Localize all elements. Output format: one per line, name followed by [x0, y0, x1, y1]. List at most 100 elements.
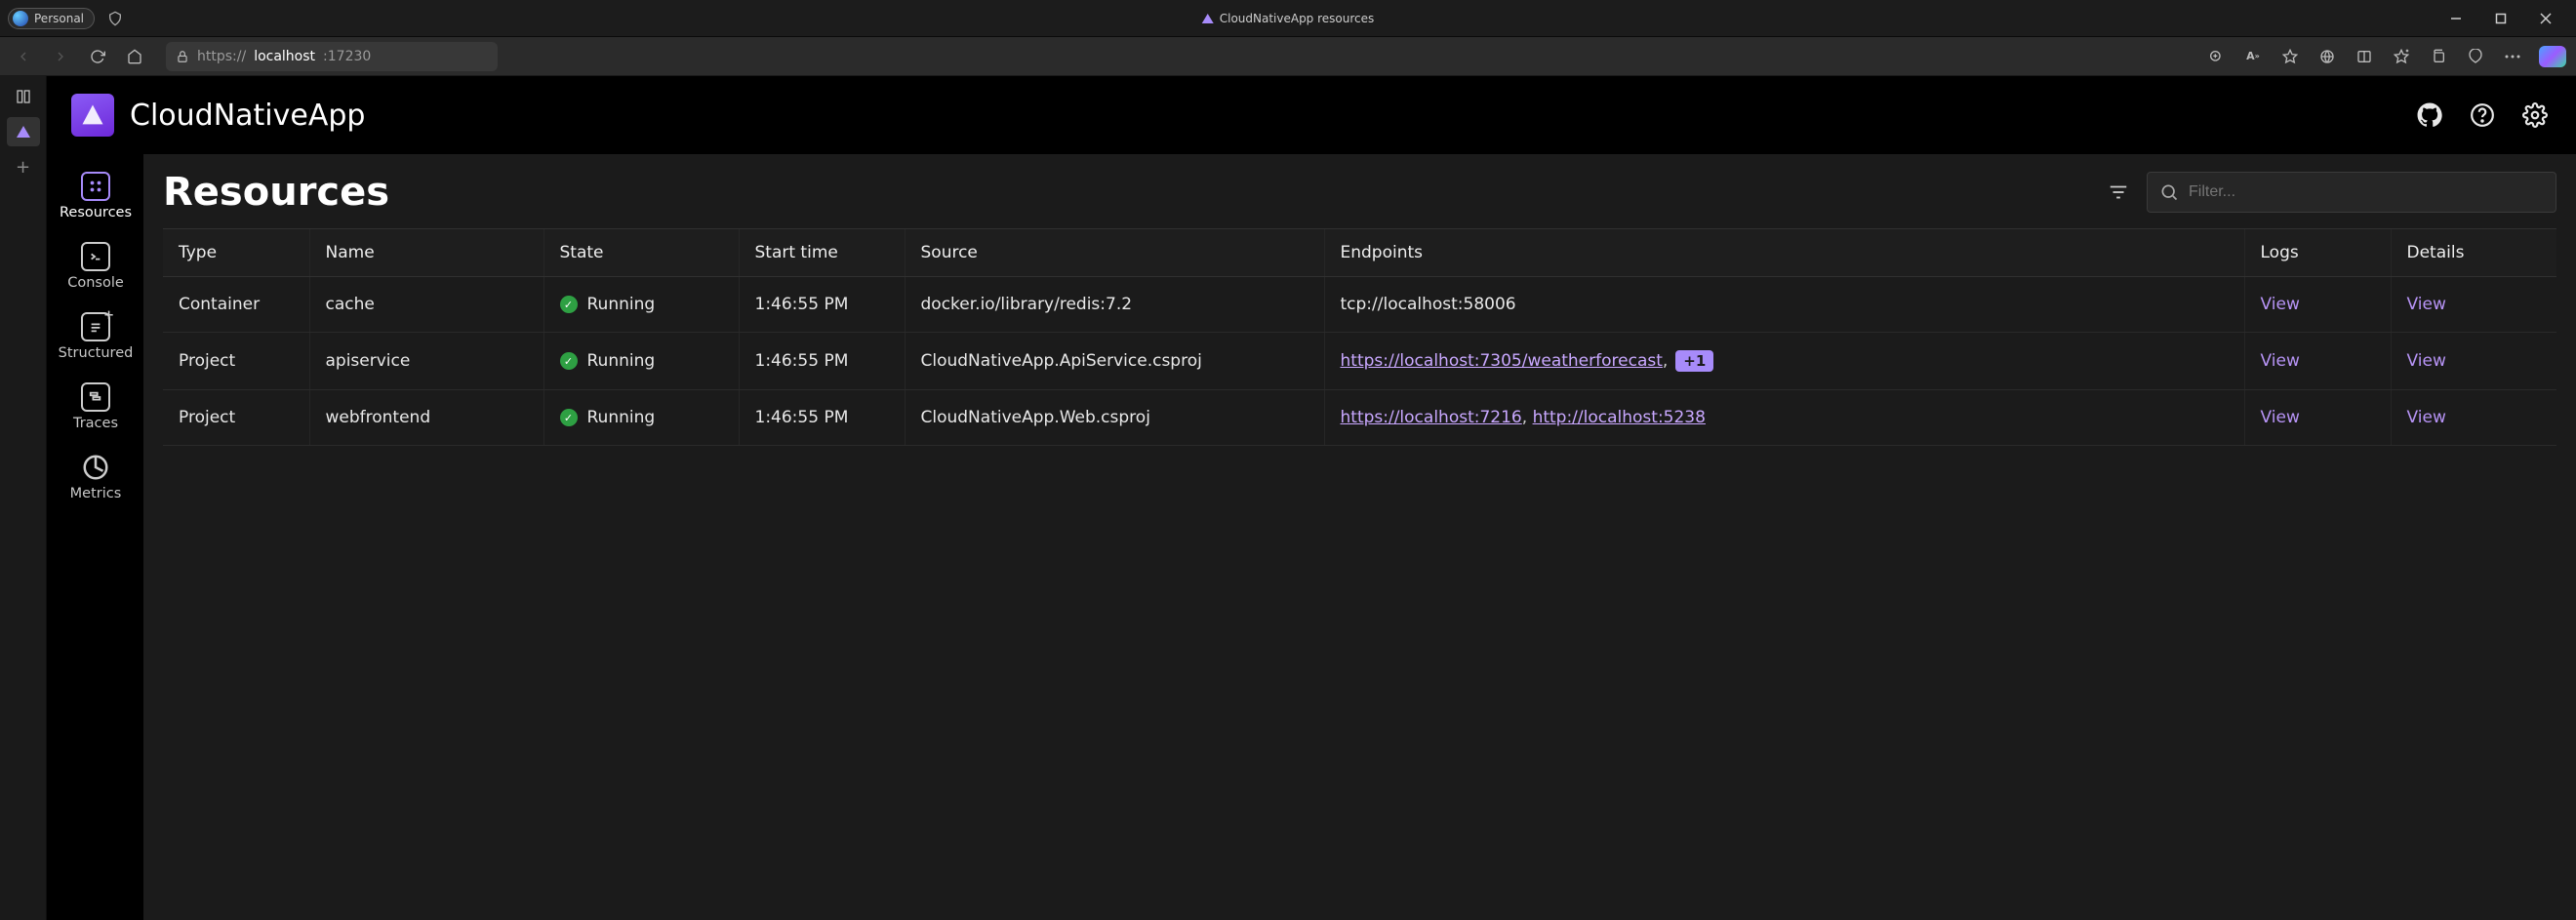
sidenav-label: Resources	[60, 205, 132, 220]
maximize-button[interactable]	[2478, 0, 2523, 37]
filter-input[interactable]	[2189, 183, 2544, 201]
app-name: CloudNativeApp	[130, 99, 365, 133]
browser-toolbar: https://localhost:17230 A»	[0, 37, 2576, 76]
cell-start-time: 1:46:55 PM	[739, 277, 905, 333]
current-tab-icon[interactable]	[7, 117, 40, 146]
table-row: Projectwebfrontend✓Running1:46:55 PMClou…	[163, 390, 2556, 446]
sidenav-structured[interactable]: + Structured	[52, 302, 140, 373]
cell-type: Project	[163, 333, 309, 390]
cell-source: CloudNativeApp.ApiService.csproj	[905, 333, 1324, 390]
close-button[interactable]	[2523, 0, 2568, 37]
lock-icon	[176, 50, 189, 63]
col-state[interactable]: State	[543, 229, 739, 277]
cell-state: ✓Running	[543, 277, 739, 333]
col-logs[interactable]: Logs	[2244, 229, 2391, 277]
endpoint-link[interactable]: http://localhost:5238	[1533, 408, 1706, 427]
home-button[interactable]	[121, 43, 148, 70]
vertical-tab-rail: +	[0, 76, 47, 920]
traces-icon	[81, 382, 110, 412]
cell-endpoints: https://localhost:7216, http://localhost…	[1324, 390, 2244, 446]
cell-state: ✓Running	[543, 333, 739, 390]
sidenav-label: Structured	[59, 345, 134, 361]
cell-logs: View	[2244, 277, 2391, 333]
forward-button[interactable]	[47, 43, 74, 70]
sidenav: Resources Console + Structured	[48, 154, 143, 920]
cell-endpoints: tcp://localhost:58006	[1324, 277, 2244, 333]
address-bar[interactable]: https://localhost:17230	[166, 42, 498, 71]
sidenav-resources[interactable]: Resources	[52, 162, 140, 232]
endpoint-link[interactable]: https://localhost:7216	[1341, 408, 1522, 427]
cell-source: docker.io/library/redis:7.2	[905, 277, 1324, 333]
structured-icon: +	[81, 312, 110, 341]
col-details[interactable]: Details	[2391, 229, 2556, 277]
endpoint-link[interactable]: https://localhost:7305/weatherforecast	[1341, 351, 1663, 371]
col-source[interactable]: Source	[905, 229, 1324, 277]
col-endpoints[interactable]: Endpoints	[1324, 229, 2244, 277]
back-button[interactable]	[10, 43, 37, 70]
metrics-icon	[81, 453, 110, 482]
zoom-icon[interactable]	[2199, 42, 2233, 71]
extensions-icon[interactable]	[2311, 42, 2344, 71]
read-aloud-icon[interactable]: A»	[2236, 42, 2270, 71]
cell-name: webfrontend	[309, 390, 543, 446]
filter-input-container[interactable]	[2147, 172, 2556, 213]
profile-badge[interactable]: Personal	[8, 8, 95, 29]
sidenav-label: Traces	[73, 416, 118, 431]
cell-state: ✓Running	[543, 390, 739, 446]
avatar	[13, 11, 28, 26]
url-port: :17230	[323, 49, 371, 64]
cell-name: apiservice	[309, 333, 543, 390]
cell-logs: View	[2244, 333, 2391, 390]
col-name[interactable]: Name	[309, 229, 543, 277]
help-button[interactable]	[2465, 98, 2500, 133]
endpoint-more-badge[interactable]: +1	[1675, 350, 1713, 372]
col-type[interactable]: Type	[163, 229, 309, 277]
sidenav-metrics[interactable]: Metrics	[52, 443, 140, 513]
status-running-icon: ✓	[560, 409, 578, 426]
refresh-button[interactable]	[84, 43, 111, 70]
more-icon[interactable]	[2496, 42, 2529, 71]
cell-source: CloudNativeApp.Web.csproj	[905, 390, 1324, 446]
tab-actions-icon[interactable]	[7, 82, 40, 111]
col-start-time[interactable]: Start time	[739, 229, 905, 277]
resources-icon	[81, 172, 110, 201]
app-favicon-icon	[1202, 14, 1214, 23]
view-details-link[interactable]: View	[2407, 295, 2446, 314]
new-tab-button[interactable]: +	[7, 152, 40, 181]
settings-button[interactable]	[2517, 98, 2553, 133]
cell-details: View	[2391, 333, 2556, 390]
console-icon	[81, 242, 110, 271]
sidenav-traces[interactable]: Traces	[52, 373, 140, 443]
workspaces-icon[interactable]	[106, 10, 124, 27]
tab-title: CloudNativeApp resources	[1202, 12, 1375, 25]
cell-start-time: 1:46:55 PM	[739, 390, 905, 446]
cell-type: Project	[163, 390, 309, 446]
split-screen-icon[interactable]	[2348, 42, 2381, 71]
cell-start-time: 1:46:55 PM	[739, 333, 905, 390]
window-titlebar: Personal CloudNativeApp resources	[0, 0, 2576, 37]
url-scheme: https://	[197, 49, 246, 64]
collections-icon[interactable]	[2422, 42, 2455, 71]
view-logs-link[interactable]: View	[2261, 408, 2300, 427]
table-row: Projectapiservice✓Running1:46:55 PMCloud…	[163, 333, 2556, 390]
search-icon	[2159, 182, 2179, 202]
view-details-link[interactable]: View	[2407, 408, 2446, 427]
favorites-bar-icon[interactable]	[2385, 42, 2418, 71]
filter-button[interactable]	[2102, 176, 2135, 209]
minimize-button[interactable]	[2434, 0, 2478, 37]
page-title: Resources	[163, 170, 389, 215]
table-row: Containercache✓Running1:46:55 PMdocker.i…	[163, 277, 2556, 333]
github-link[interactable]	[2412, 98, 2447, 133]
view-details-link[interactable]: View	[2407, 351, 2446, 371]
profile-label: Personal	[34, 12, 84, 25]
sidenav-console[interactable]: Console	[52, 232, 140, 302]
view-logs-link[interactable]: View	[2261, 351, 2300, 371]
copilot-button[interactable]	[2539, 46, 2566, 67]
view-logs-link[interactable]: View	[2261, 295, 2300, 314]
browser-essentials-icon[interactable]	[2459, 42, 2492, 71]
cell-details: View	[2391, 390, 2556, 446]
endpoint-text: tcp://localhost:58006	[1341, 295, 1516, 314]
cell-endpoints: https://localhost:7305/weatherforecast,+…	[1324, 333, 2244, 390]
favorite-icon[interactable]	[2274, 42, 2307, 71]
cell-logs: View	[2244, 390, 2391, 446]
